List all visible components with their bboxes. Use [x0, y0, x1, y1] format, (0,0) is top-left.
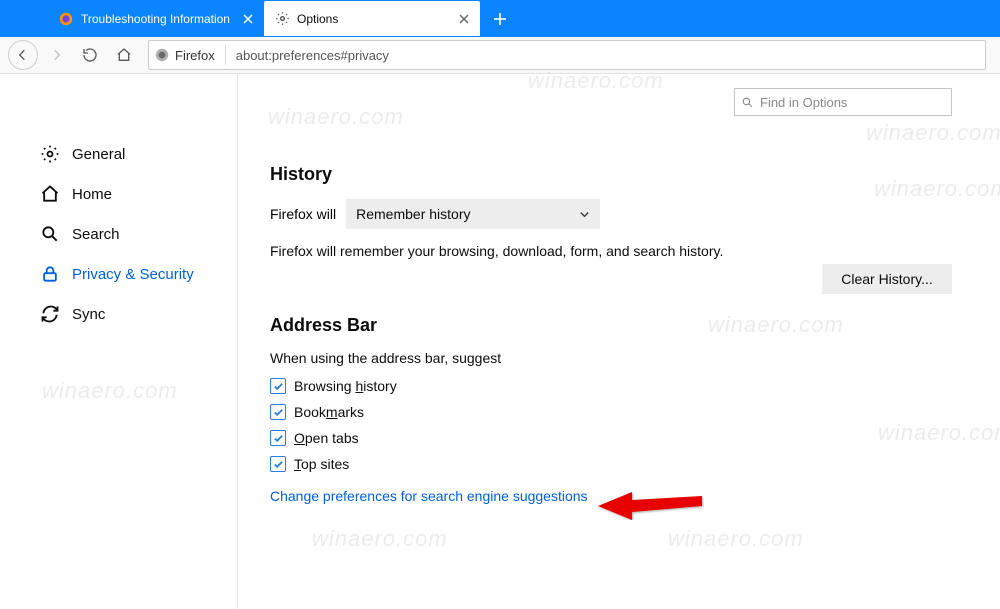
- watermark: winaero.com: [866, 120, 1000, 146]
- search-icon: [40, 224, 60, 244]
- annotation-arrow-icon: [594, 486, 704, 520]
- tab-label: Options: [297, 12, 456, 26]
- checkbox-icon: [270, 430, 286, 446]
- identity-label: Firefox: [175, 48, 215, 63]
- checkbox-browsing-history[interactable]: Browsing history: [270, 378, 952, 394]
- history-description: Firefox will remember your browsing, dow…: [270, 243, 952, 259]
- url-text: about:preferences#privacy: [236, 48, 389, 63]
- checkbox-open-tabs[interactable]: Open tabs: [270, 430, 952, 446]
- gear-favicon-icon: [274, 11, 290, 27]
- lock-icon: [40, 264, 60, 284]
- preferences-sidebar: General Home Search Privacy & Security S…: [0, 74, 238, 609]
- tab-troubleshooting[interactable]: Troubleshooting Information: [48, 1, 264, 36]
- checkbox-top-sites[interactable]: Top sites: [270, 456, 952, 472]
- checkbox-bookmarks[interactable]: Bookmarks: [270, 404, 952, 420]
- page: General Home Search Privacy & Security S…: [0, 74, 1000, 609]
- checkbox-icon: [270, 404, 286, 420]
- tab-options[interactable]: Options: [264, 1, 480, 36]
- firefox-favicon-icon: [58, 11, 74, 27]
- gear-icon: [40, 144, 60, 164]
- find-in-options[interactable]: Find in Options: [734, 88, 952, 116]
- sidebar-item-label: General: [72, 146, 125, 163]
- checkbox-label: Open tabs: [294, 430, 359, 446]
- find-placeholder: Find in Options: [760, 95, 847, 110]
- clear-history-button[interactable]: Clear History...: [822, 264, 952, 294]
- sidebar-item-label: Home: [72, 186, 112, 203]
- dropdown-value: Remember history: [356, 206, 470, 222]
- nav-toolbar: Firefox about:preferences#privacy: [0, 37, 1000, 74]
- preferences-content: Find in Options History Firefox will Rem…: [238, 74, 1000, 609]
- tab-label: Troubleshooting Information: [81, 12, 240, 26]
- watermark: winaero.com: [268, 104, 404, 130]
- button-label: Clear History...: [841, 271, 933, 287]
- home-button[interactable]: [108, 40, 140, 70]
- sidebar-item-label: Privacy & Security: [72, 266, 194, 283]
- sidebar-item-privacy[interactable]: Privacy & Security: [0, 254, 237, 294]
- search-icon: [741, 96, 754, 109]
- checkbox-label: Bookmarks: [294, 404, 364, 420]
- checkbox-icon: [270, 456, 286, 472]
- checkbox-label: Top sites: [294, 456, 349, 472]
- tab-close-icon[interactable]: [456, 11, 472, 27]
- sidebar-item-search[interactable]: Search: [0, 214, 237, 254]
- checkbox-icon: [270, 378, 286, 394]
- section-heading-addressbar: Address Bar: [270, 315, 952, 336]
- watermark: winaero.com: [668, 526, 804, 552]
- sidebar-item-general[interactable]: General: [0, 134, 237, 174]
- sidebar-item-label: Sync: [72, 306, 105, 323]
- tab-close-icon[interactable]: [240, 11, 256, 27]
- sidebar-item-label: Search: [72, 226, 120, 243]
- home-icon: [40, 184, 60, 204]
- title-bar: Troubleshooting Information Options: [0, 0, 1000, 37]
- identity-box[interactable]: Firefox: [155, 45, 226, 65]
- history-mode-dropdown[interactable]: Remember history: [346, 199, 600, 229]
- back-button[interactable]: [8, 40, 38, 70]
- chevron-down-icon: [579, 209, 590, 220]
- search-suggestions-link[interactable]: Change preferences for search engine sug…: [270, 488, 588, 504]
- history-mode-label: Firefox will: [270, 206, 336, 222]
- url-bar[interactable]: Firefox about:preferences#privacy: [148, 40, 986, 70]
- sidebar-item-sync[interactable]: Sync: [0, 294, 237, 334]
- sidebar-item-home[interactable]: Home: [0, 174, 237, 214]
- new-tab-button[interactable]: [486, 5, 514, 33]
- reload-button[interactable]: [74, 40, 106, 70]
- section-heading-history: History: [270, 164, 952, 185]
- checkbox-label: Browsing history: [294, 378, 397, 394]
- forward-button[interactable]: [40, 40, 72, 70]
- watermark: winaero.com: [312, 526, 448, 552]
- sync-icon: [40, 304, 60, 324]
- addressbar-subhead: When using the address bar, suggest: [270, 350, 952, 366]
